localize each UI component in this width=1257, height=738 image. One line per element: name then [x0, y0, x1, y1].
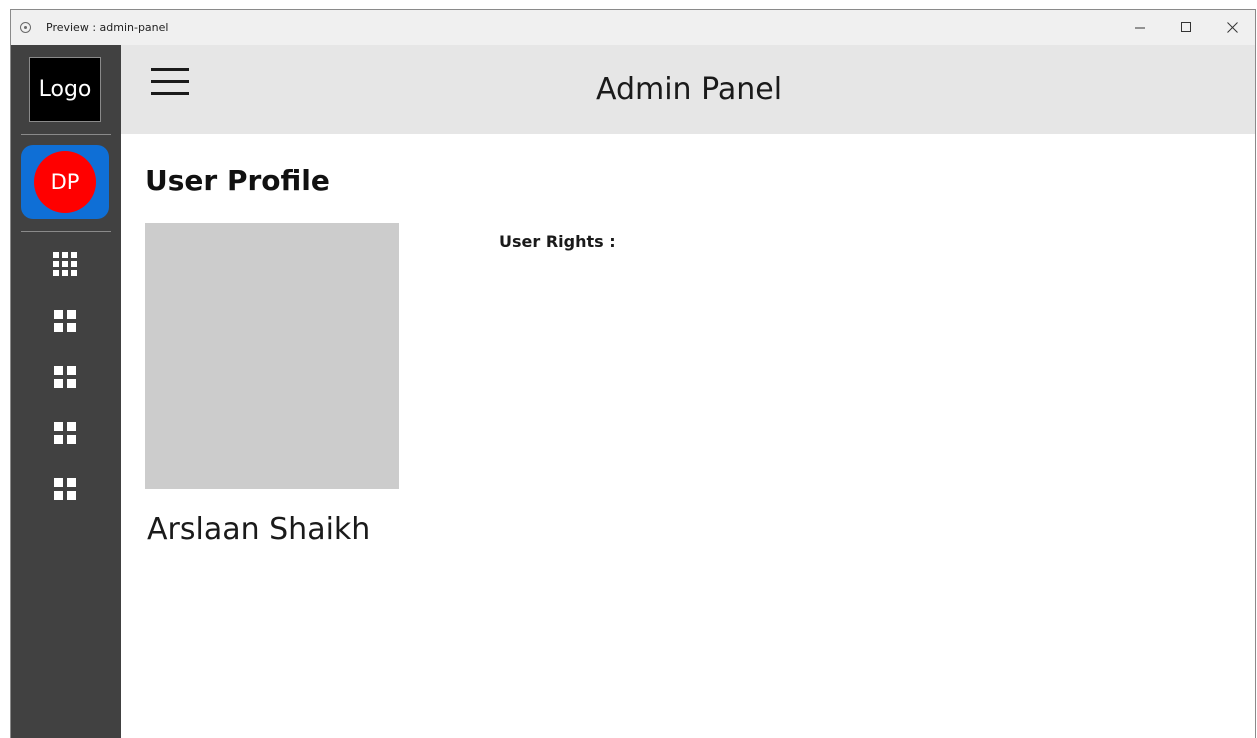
profile-tile[interactable]: DP — [21, 145, 109, 219]
app-window: Preview : admin-panel Logo DP Admin Pane… — [10, 9, 1256, 738]
user-rights-label: User Rights : — [499, 232, 616, 251]
maximize-icon — [1180, 22, 1191, 32]
close-icon — [1226, 22, 1238, 33]
grid-3x3-icon[interactable] — [50, 249, 80, 279]
grid-2x2-icon[interactable] — [50, 362, 80, 392]
grid-2x2-icon[interactable] — [50, 306, 80, 336]
page-title: User Profile — [145, 164, 330, 197]
maximize-button[interactable] — [1163, 10, 1209, 45]
sidebar-divider-top — [21, 134, 111, 135]
window-titlebar[interactable]: Preview : admin-panel — [11, 10, 1255, 45]
top-header: Admin Panel — [121, 45, 1255, 134]
avatar: DP — [34, 151, 96, 213]
logo[interactable]: Logo — [29, 57, 101, 122]
close-button[interactable] — [1209, 10, 1255, 45]
sidebar-divider-bottom — [21, 231, 111, 232]
sidebar: Logo DP — [11, 45, 121, 738]
user-name: Arslaan Shaikh — [147, 512, 371, 547]
minimize-icon — [1134, 27, 1145, 29]
grid-2x2-icon[interactable] — [50, 418, 80, 448]
app-icon — [20, 22, 31, 33]
main-content: User Profile Arslaan Shaikh User Rights … — [121, 134, 1255, 738]
window-controls — [1117, 10, 1255, 45]
hamburger-menu-icon[interactable] — [151, 62, 191, 102]
window-title: Preview : admin-panel — [46, 21, 169, 34]
profile-photo-placeholder — [145, 223, 399, 489]
header-title: Admin Panel — [595, 72, 783, 107]
grid-2x2-icon[interactable] — [50, 474, 80, 504]
minimize-button[interactable] — [1117, 10, 1163, 45]
